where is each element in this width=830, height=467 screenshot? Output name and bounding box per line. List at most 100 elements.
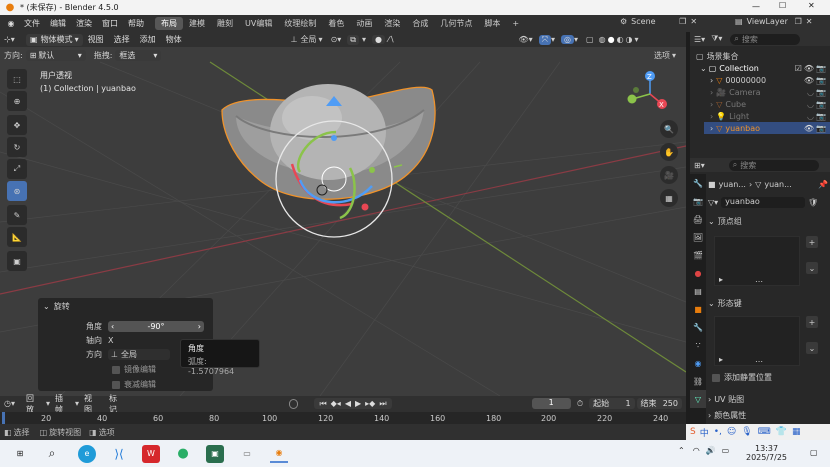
vertex-groups-list[interactable]: ▸ ⋯ — [714, 236, 800, 286]
world-tab-icon[interactable]: ● — [690, 264, 706, 282]
mesh-data-icon[interactable]: ▽▾ — [708, 198, 718, 207]
add-workspace-button[interactable]: + — [506, 18, 525, 29]
frame-ruler[interactable]: 20 40 60 80 100 120 140 160 180 200 220 … — [0, 412, 686, 424]
menu-edit[interactable]: 编辑 — [45, 18, 71, 29]
rotate-tool-icon[interactable]: ↻ — [7, 137, 27, 157]
falloff-checkbox[interactable] — [112, 380, 120, 389]
eye-icon[interactable]: 👁 — [804, 64, 814, 73]
playhead[interactable] — [2, 412, 5, 424]
viewlayer-selector[interactable]: ▤ ViewLayer ❐ ✕ — [735, 17, 812, 26]
list-expand-icon[interactable]: ▸ — [719, 355, 723, 364]
tab-compositing[interactable]: 合成 — [406, 17, 434, 30]
next-keyframe-icon[interactable]: ▸◆ — [365, 399, 375, 408]
clock[interactable]: 13:37 2025/7/25 — [746, 444, 787, 462]
scale-tool-icon[interactable]: ⤢ — [7, 159, 27, 179]
stopwatch-icon[interactable]: ⏱ — [577, 399, 583, 409]
tab-modeling[interactable]: 建模 — [183, 17, 211, 30]
menu-help[interactable]: 帮助 — [123, 18, 149, 29]
battery-icon[interactable]: ▭ — [722, 446, 730, 455]
shape-keys-section[interactable]: ⌄ 形态键 — [708, 298, 742, 309]
tab-layout[interactable]: 布局 — [155, 17, 183, 30]
shape-key-menu-icon[interactable]: ⌄ — [806, 342, 818, 354]
shape-keys-list[interactable]: ▸ ⋯ — [714, 316, 800, 366]
eye-hidden-icon[interactable]: ◡ — [807, 112, 814, 121]
eye-icon[interactable]: 👁 — [804, 76, 814, 85]
scene-tab-icon[interactable]: 🎬 — [690, 246, 706, 264]
new-viewlayer-icon[interactable]: ❐ — [795, 17, 802, 26]
camera-icon[interactable]: 📷 — [816, 100, 826, 109]
checkbox-icon[interactable]: ☑ — [795, 64, 802, 73]
menu-window[interactable]: 窗口 — [97, 18, 123, 29]
tab-rendering[interactable]: 渲染 — [378, 17, 406, 30]
network-icon[interactable]: ◠ — [693, 446, 700, 455]
tool-tab-icon[interactable]: 🔧 — [690, 174, 706, 192]
volume-icon[interactable]: 🔊 — [706, 446, 716, 455]
vertex-group-menu-icon[interactable]: ⌄ — [806, 262, 818, 274]
add-vertex-group-button[interactable]: + — [806, 236, 818, 248]
blender-taskbar-icon[interactable]: ◉ — [270, 445, 288, 463]
axis-value[interactable]: X — [108, 336, 113, 345]
toolbox-icon[interactable]: ▦ — [792, 427, 801, 437]
fake-user-icon[interactable]: 🛡 — [808, 198, 818, 207]
navigation-gizmo[interactable]: Z X — [624, 68, 668, 112]
decrement-icon[interactable]: ‹ — [108, 322, 117, 331]
uv-maps-section[interactable]: › UV 贴图 — [708, 394, 744, 405]
outliner-editor-icon[interactable]: ☰▾ — [694, 35, 705, 44]
outliner-item-yuanbao[interactable]: › ▽ yuanbao 👁 📷 — [704, 122, 830, 134]
ortho-toggle-icon[interactable]: ▦ — [660, 189, 678, 207]
tab-texture-paint[interactable]: 纹理绘制 — [278, 17, 322, 30]
outliner-item-00000000[interactable]: › ▽ 00000000 👁 📷 — [710, 74, 830, 86]
camera-icon[interactable]: 📷 — [816, 64, 826, 73]
object-tab-icon[interactable]: ■ — [690, 300, 706, 318]
delete-scene-icon[interactable]: ✕ — [690, 17, 697, 26]
eye-hidden-icon[interactable]: ◡ — [807, 88, 814, 97]
vertex-groups-section[interactable]: ⌄ 顶点组 — [708, 216, 828, 227]
output-tab-icon[interactable]: 🖨 — [690, 210, 706, 228]
menu-file[interactable]: 文件 — [19, 18, 45, 29]
close-button[interactable]: ✕ — [808, 1, 815, 10]
view-layer-tab-icon[interactable]: 🖼 — [690, 228, 706, 246]
outliner-item-camera[interactable]: › 🎥 Camera ◡ 📷 — [710, 86, 830, 98]
punctuation-icon[interactable]: •, — [714, 427, 722, 437]
keyboard-icon[interactable]: ⌨ — [758, 427, 771, 437]
minimize-button[interactable]: — — [752, 2, 760, 11]
particles-tab-icon[interactable]: ∵ — [690, 336, 706, 354]
tab-scripting[interactable]: 脚本 — [478, 17, 506, 30]
cursor-tool-icon[interactable]: ⊕ — [7, 91, 27, 111]
record-icon[interactable] — [288, 398, 299, 409]
tab-geometry-nodes[interactable]: 几何节点 — [434, 17, 478, 30]
outliner-search[interactable]: ⌕ 搜索 — [730, 33, 801, 45]
pan-hand-icon[interactable]: ✋ — [660, 143, 678, 161]
blender-menu-icon[interactable]: ◉ — [3, 19, 19, 28]
render-tab-icon[interactable]: 📷 — [690, 192, 706, 210]
prev-keyframe-icon[interactable]: ◆◂ — [331, 399, 341, 408]
camera-icon[interactable]: 📷 — [816, 112, 826, 121]
pin-icon[interactable]: 📌 — [818, 180, 828, 189]
search-icon[interactable]: ⌕ — [44, 446, 60, 462]
physics-tab-icon[interactable]: ◉ — [690, 354, 706, 372]
ime-language[interactable]: 中 — [700, 426, 709, 439]
resize-handle-icon[interactable]: ⋯ — [755, 357, 763, 366]
wps-office-icon[interactable]: W — [142, 444, 160, 463]
camera-icon[interactable]: 📷 — [816, 76, 826, 85]
photos-icon[interactable]: ▭ — [238, 445, 256, 463]
scene-selector[interactable]: ⚙ Scene ❐ ✕ — [620, 17, 697, 26]
camera-icon[interactable]: 📷 — [816, 124, 826, 133]
add-rest-position-row[interactable]: 添加静置位置 — [712, 372, 772, 383]
mesh-name-field[interactable]: yuanbao — [721, 196, 806, 208]
start-frame-field[interactable]: 起始 1 — [589, 398, 635, 409]
camera-icon[interactable]: 📷 — [816, 88, 826, 97]
delete-viewlayer-icon[interactable]: ✕ — [806, 17, 813, 26]
tab-sculpting[interactable]: 雕刻 — [211, 17, 239, 30]
properties-search[interactable]: ⌕ 搜索 — [728, 159, 819, 171]
modifier-tab-icon[interactable]: 🔧 — [690, 318, 706, 336]
properties-editor-icon[interactable]: ⊞▾ — [694, 161, 705, 170]
increment-icon[interactable]: › — [195, 322, 204, 331]
current-frame-field[interactable]: 1 — [531, 398, 571, 409]
jump-end-icon[interactable]: ⏭ — [379, 399, 386, 409]
menu-render[interactable]: 渲染 — [71, 18, 97, 29]
play-reverse-icon[interactable]: ◀ — [345, 399, 351, 408]
chevron-up-icon[interactable]: ⌃ — [678, 446, 685, 455]
play-icon[interactable]: ▶ — [355, 399, 361, 408]
voice-icon[interactable]: 🎙 — [741, 427, 752, 437]
